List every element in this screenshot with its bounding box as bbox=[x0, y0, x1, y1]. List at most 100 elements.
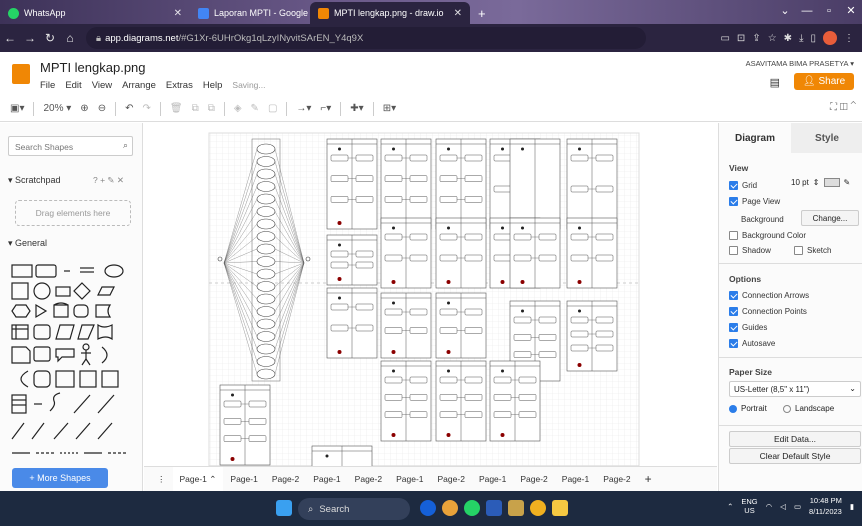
activity-node[interactable] bbox=[464, 196, 483, 203]
activity-node[interactable] bbox=[493, 376, 512, 384]
activity-node[interactable] bbox=[384, 394, 403, 401]
activity-node[interactable] bbox=[409, 196, 428, 203]
start-node[interactable] bbox=[578, 226, 581, 230]
tab-drawio[interactable]: MPTI lengkap.png - draw.io ✕ bbox=[310, 2, 470, 24]
start-node[interactable] bbox=[521, 309, 524, 313]
activity-node[interactable] bbox=[439, 254, 458, 262]
activity-node[interactable] bbox=[595, 344, 614, 352]
activity-node[interactable] bbox=[513, 334, 532, 341]
back-icon[interactable]: ← bbox=[0, 31, 20, 45]
end-node[interactable] bbox=[520, 280, 525, 284]
to-back-icon[interactable]: ⧉ bbox=[208, 103, 215, 114]
activity-node[interactable] bbox=[409, 308, 428, 316]
new-tab-button[interactable]: + bbox=[470, 2, 494, 24]
activity-node[interactable] bbox=[409, 394, 428, 401]
use-case-ellipse[interactable] bbox=[256, 306, 276, 317]
use-case-ellipse[interactable] bbox=[256, 168, 276, 180]
redo-icon[interactable]: ↷ bbox=[142, 103, 150, 114]
fill-color-icon[interactable]: ◈ bbox=[234, 103, 242, 114]
start-node[interactable] bbox=[578, 309, 581, 313]
activity-node[interactable] bbox=[464, 327, 483, 334]
document-title[interactable]: MPTI lengkap.png bbox=[40, 60, 146, 75]
tab-page[interactable]: Page-1 bbox=[555, 467, 596, 492]
home-icon[interactable]: ⌂ bbox=[60, 31, 80, 45]
whatsapp-icon[interactable] bbox=[464, 500, 480, 516]
start-node[interactable] bbox=[447, 147, 450, 151]
start-node[interactable] bbox=[338, 147, 341, 151]
download-icon[interactable]: ⤓ bbox=[799, 33, 803, 44]
activity-node[interactable] bbox=[570, 330, 589, 338]
tab-page[interactable]: Page-2 bbox=[596, 467, 637, 492]
more-icon[interactable]: ⋮ bbox=[844, 33, 854, 44]
activity-node[interactable] bbox=[439, 233, 458, 241]
forward-icon[interactable]: → bbox=[20, 31, 40, 45]
end-node[interactable] bbox=[391, 433, 396, 437]
activity-node[interactable] bbox=[409, 233, 428, 241]
activity-node[interactable] bbox=[355, 154, 374, 162]
search-shapes-input[interactable]: Search Shapes ⌕ bbox=[8, 136, 133, 156]
activity-node[interactable] bbox=[439, 394, 458, 401]
use-case-ellipse[interactable] bbox=[256, 331, 276, 342]
close-icon[interactable]: ✕ bbox=[174, 8, 182, 19]
activity-node[interactable] bbox=[570, 185, 589, 193]
tab-page[interactable]: Page-1 bbox=[306, 467, 347, 492]
cast-icon[interactable]: ▭ bbox=[720, 33, 729, 44]
menu-file[interactable]: File bbox=[40, 80, 55, 91]
use-case-ellipse[interactable] bbox=[256, 293, 276, 305]
use-case-ellipse[interactable] bbox=[256, 218, 276, 230]
activity-node[interactable] bbox=[355, 261, 374, 269]
comment-icon[interactable]: ▤ bbox=[770, 76, 780, 89]
activity-node[interactable] bbox=[384, 308, 403, 316]
battery-icon[interactable]: ▭ bbox=[794, 502, 801, 511]
general-shapes-palette[interactable] bbox=[10, 263, 135, 463]
shadow-icon[interactable]: ▢ bbox=[268, 103, 277, 114]
activity-node[interactable] bbox=[409, 175, 428, 182]
menu-edit[interactable]: Edit bbox=[65, 80, 81, 91]
page-view-icon[interactable]: ▣▾ bbox=[10, 103, 24, 114]
activity-node[interactable] bbox=[248, 418, 267, 425]
activity-node[interactable] bbox=[570, 344, 589, 352]
change-background-button[interactable]: Change... bbox=[801, 210, 859, 226]
language-indicator[interactable]: ENG US bbox=[741, 497, 757, 515]
activity-node[interactable] bbox=[409, 154, 428, 162]
end-node[interactable] bbox=[391, 350, 396, 354]
activity-node[interactable] bbox=[330, 154, 349, 162]
start-node[interactable] bbox=[501, 226, 504, 230]
activity-node[interactable] bbox=[595, 254, 614, 262]
menu-extras[interactable]: Extras bbox=[166, 80, 193, 91]
start-node[interactable] bbox=[521, 147, 524, 151]
start-node[interactable] bbox=[338, 296, 341, 300]
start-node[interactable] bbox=[392, 301, 395, 305]
taskbar-search[interactable]: ⌕ Search bbox=[298, 498, 410, 520]
pencil-icon[interactable]: ✎ bbox=[844, 178, 851, 187]
scratchpad-header[interactable]: ▾ Scratchpad bbox=[8, 175, 61, 186]
end-node[interactable] bbox=[577, 280, 582, 284]
zoom-out-icon[interactable]: ⊖ bbox=[98, 103, 106, 114]
activity-node[interactable] bbox=[439, 308, 458, 316]
activity-node[interactable] bbox=[439, 154, 458, 162]
activity-node[interactable] bbox=[464, 254, 483, 262]
start-node[interactable] bbox=[447, 301, 450, 305]
activity-node[interactable] bbox=[330, 303, 349, 311]
add-page-button[interactable]: + bbox=[638, 467, 659, 492]
tab-page[interactable]: Page-2 bbox=[431, 467, 472, 492]
activity-node[interactable] bbox=[439, 411, 458, 418]
menu-help[interactable]: Help bbox=[203, 80, 223, 91]
app-icon[interactable] bbox=[508, 500, 524, 516]
use-case-ellipse[interactable] bbox=[256, 256, 276, 267]
minimize-icon[interactable]: — bbox=[796, 0, 818, 22]
activity-node[interactable] bbox=[384, 196, 403, 203]
connection-arrows-checkbox[interactable]: Connection Arrows bbox=[729, 291, 809, 300]
landscape-radio[interactable]: Landscape bbox=[783, 404, 834, 413]
activity-node[interactable] bbox=[355, 324, 374, 332]
zoom-in-icon[interactable]: ⊕ bbox=[80, 103, 88, 114]
fullscreen-icon[interactable]: ⛶ ◫ ⌃ bbox=[830, 102, 856, 113]
edit-data-button[interactable]: Edit Data... bbox=[729, 431, 861, 447]
activity-node[interactable] bbox=[518, 376, 537, 384]
activity-node[interactable] bbox=[513, 351, 532, 358]
start-node[interactable] bbox=[392, 147, 395, 151]
start-node[interactable] bbox=[325, 454, 329, 458]
line-color-icon[interactable]: ✎ bbox=[251, 103, 259, 114]
use-case-ellipse[interactable] bbox=[256, 243, 276, 255]
activity-node[interactable] bbox=[595, 185, 614, 193]
